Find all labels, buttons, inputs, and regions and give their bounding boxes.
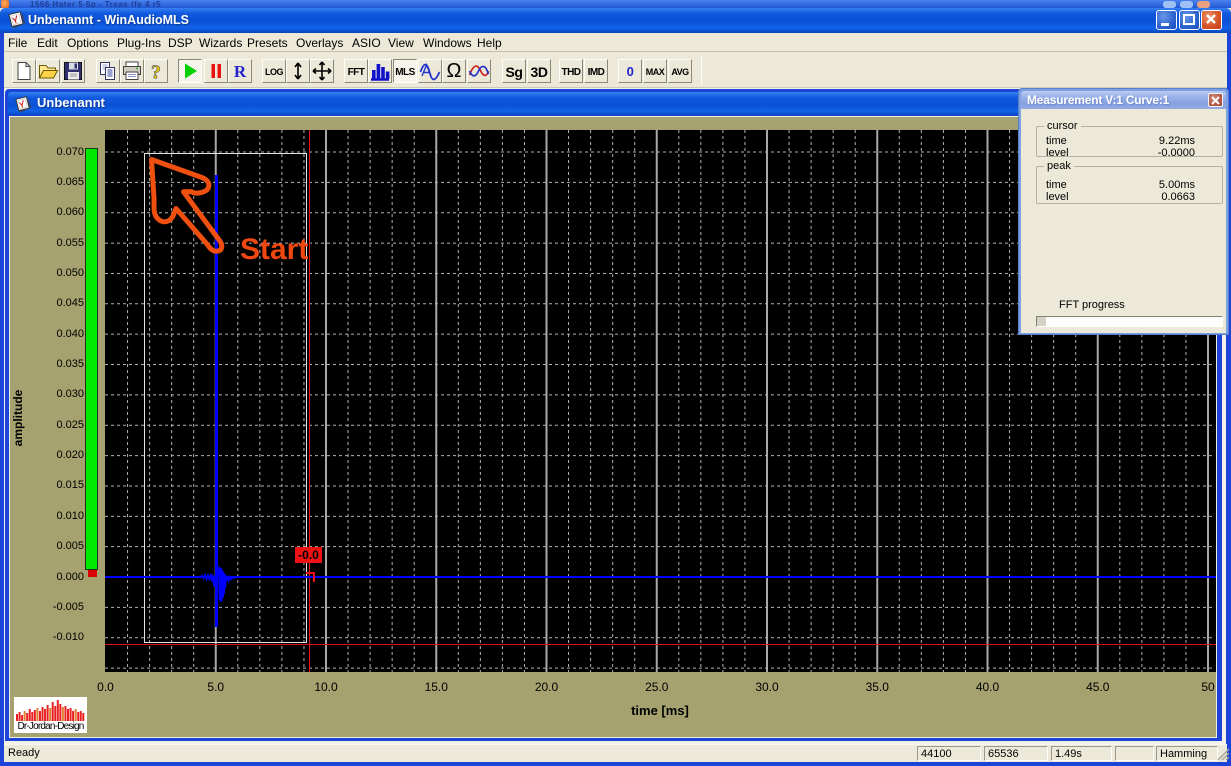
svg-text:?: ? — [151, 62, 161, 84]
